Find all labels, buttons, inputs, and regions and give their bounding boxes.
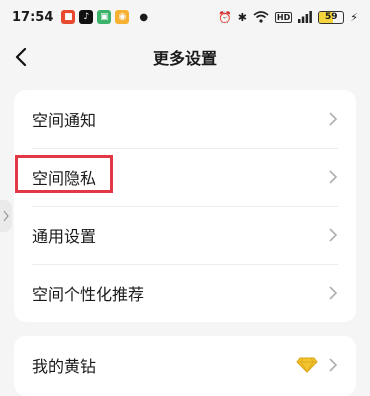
chevron-right-icon [328, 286, 338, 300]
charging-icon: ⚡ [350, 10, 358, 24]
back-arrow-icon [15, 48, 27, 66]
chevron-right-icon [328, 112, 338, 126]
status-bar: 17:54 ■ ♪ ▣ ◉ ● ⏰ ✱ HD 59 ⚡ [0, 0, 370, 34]
status-time: 17:54 [12, 9, 54, 25]
alarm-icon: ⏰ [218, 10, 232, 24]
status-right: ⏰ ✱ HD 59 ⚡ [218, 10, 358, 24]
battery-icon: 59 [318, 10, 345, 24]
settings-item-label: 空间通知 [32, 111, 97, 130]
chevron-right-small-icon [3, 210, 9, 222]
settings-card: 空间通知 空间隐私 通用设置 空间个性化推荐 [14, 90, 356, 322]
settings-item-personalized-recommendation[interactable]: 空间个性化推荐 [14, 264, 356, 322]
settings-item-label: 通用设置 [32, 227, 97, 246]
chevron-right-icon [328, 170, 338, 184]
chevron-right-icon [328, 228, 338, 242]
bluetooth-icon: ✱ [237, 10, 247, 24]
settings-item-yellow-diamond[interactable]: 我的黄钻 [14, 336, 356, 394]
tiktok-icon: ♪ [79, 10, 94, 24]
wifi-icon [253, 11, 269, 23]
chevron-right-icon [328, 358, 338, 372]
settings-item-label: 空间隐私 [32, 169, 97, 188]
battery-level: 59 [325, 12, 338, 22]
hd-icon: HD [274, 11, 293, 23]
back-button[interactable] [6, 42, 36, 72]
vip-card: 我的黄钻 [14, 336, 356, 396]
app-notification-icon: ■ [61, 10, 76, 24]
page-title: 更多设置 [152, 49, 217, 68]
header: 更多设置 [0, 34, 370, 80]
settings-item-label: 空间个性化推荐 [32, 285, 145, 304]
side-drawer-handle[interactable] [0, 200, 12, 232]
app-notification-icon-green: ▣ [97, 10, 112, 24]
more-notifications-dot: ● [139, 11, 149, 23]
settings-item-space-privacy[interactable]: 空间隐私 [14, 148, 356, 206]
settings-item-general[interactable]: 通用设置 [14, 206, 356, 264]
settings-item-space-notification[interactable]: 空间通知 [14, 90, 356, 148]
signal-icon [298, 11, 313, 23]
weibo-icon: ◉ [115, 10, 130, 24]
vip-label: 我的黄钻 [32, 357, 97, 376]
diamond-icon [296, 357, 318, 373]
